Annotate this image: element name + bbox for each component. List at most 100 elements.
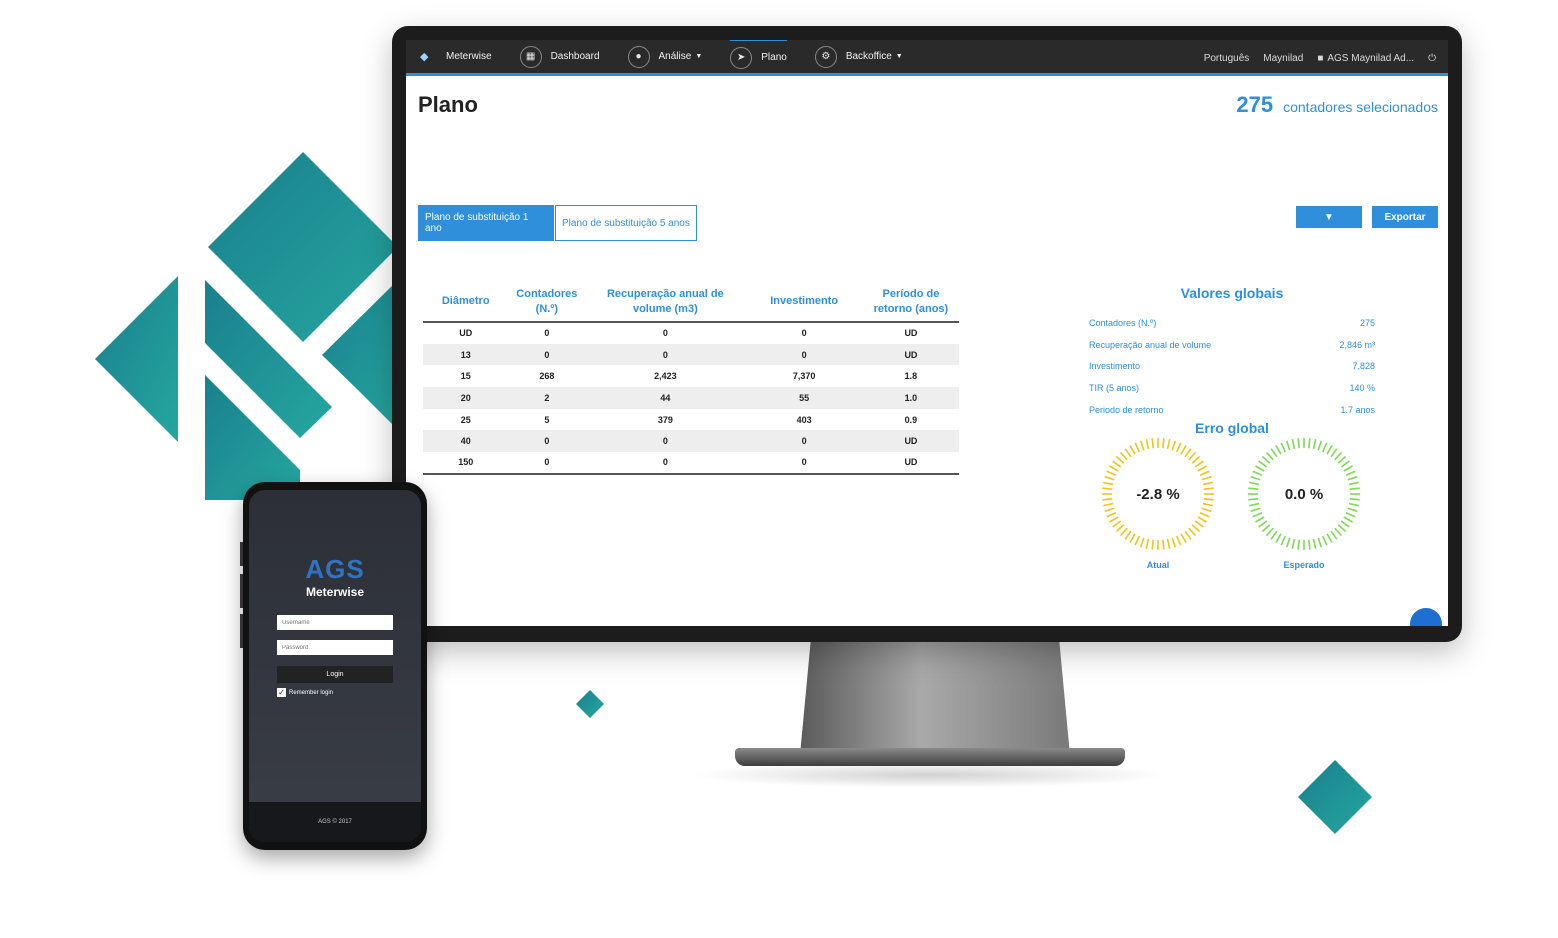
table-cell: 25 [460,414,471,425]
global-value-value: 275 [1359,317,1375,328]
table-cell: 268 [539,371,555,382]
gauge-esperado-value: 0.0 % [1284,485,1324,503]
table-cell: 40 [423,430,509,453]
gauge-esperado: 0.0 % [1246,436,1362,552]
phone: AGS Meterwise Login ✓ Remember login AGS… [240,482,427,850]
tab-plan-5-years[interactable]: Plano de substituição 5 anos [555,205,697,241]
table-cell: UD [862,343,959,366]
global-value-value: 1.7 anos [1340,404,1375,415]
user-name: AGS Maynilad Ad... [1327,52,1415,64]
nav-backoffice[interactable]: ⚙ Backoffice ▼ [814,40,903,75]
table-cell: 1.8 [904,371,918,382]
table-cell: 403 [796,414,812,425]
global-value-label: Recuperação anual de volume [1089,339,1212,350]
global-value-value: 140 % [1349,382,1375,393]
navigation-icon: ➤ [730,46,753,69]
table-row: 40 0 0 0 UD [423,430,959,453]
col-recuperacao[interactable]: Recuperação anual de volume (m3) [585,282,746,323]
phone-app-name: Meterwise [305,585,365,599]
language-selector[interactable]: Português [1204,53,1250,64]
drop-icon: ● [627,45,650,68]
global-value-row: TIR (5 anos) 140 % [1089,377,1375,399]
table-cell: 0 [745,452,863,475]
table-cell: 0 [585,343,746,366]
login-button[interactable]: Login [277,666,393,683]
selected-count: 275 [1236,92,1274,117]
caret-down-icon: ▼ [695,53,703,60]
gauge-esperado-label: Esperado [1283,560,1325,570]
nav-plano-label: Plano [761,52,787,63]
grid-icon: ▦ [519,45,542,68]
remember-login[interactable]: ✓ Remember login [277,688,333,697]
table-cell: 5 [544,414,550,425]
table-row: 150 0 0 0 UD [423,452,959,475]
gauge-atual-label: Atual [1146,560,1170,570]
table-header-row: Diâmetro Contadores (N.º) Recuperação an… [423,282,959,323]
nav-brand[interactable]: ◆ Meterwise [420,40,492,75]
col-contadores[interactable]: Contadores (N.º) [508,282,586,323]
plan-table: Diâmetro Contadores (N.º) Recuperação an… [423,282,959,475]
deco-diamond-small [576,690,604,718]
global-value-label: TIR (5 anos) [1089,382,1140,393]
checkbox-checked-icon[interactable]: ✓ [277,688,286,697]
table-row: 20 2 44 55 1.0 [423,387,959,409]
selected-counter: 275 contadores selecionados [1236,92,1438,118]
phone-button [240,574,243,608]
table-cell: 13 [423,343,509,366]
table-cell: 2,423 [654,371,677,382]
table-cell: 0.9 [904,414,918,425]
global-value-label: Investimento [1089,361,1141,372]
table-cell: 0 [585,430,746,453]
options-dropdown-button[interactable]: ▼ [1296,206,1362,228]
table-cell: 1.0 [862,387,959,409]
global-value-row: Contadores (N.º) 275 [1089,312,1375,334]
table-cell: 0 [508,452,586,475]
caret-down-icon: ▼ [895,53,903,60]
table-row: 13 0 0 0 UD [423,343,959,366]
table-cell: 0 [585,452,746,475]
global-value-row: Investimento 7,828 [1089,355,1375,377]
col-investimento[interactable]: Investimento [745,282,863,323]
table-cell: 55 [745,387,863,409]
table-cell: 0 [508,343,586,366]
nav-right-group: Português Maynilad ■ AGS Maynilad Ad... … [1204,40,1436,76]
monitor-stand-neck [800,640,1070,755]
global-value-label: Periodo de retorno [1089,404,1164,415]
password-input[interactable] [277,640,393,655]
global-value-row: Recuperação anual de volume 2,846 m³ [1089,334,1375,356]
deco-triangle-left [95,276,178,442]
user-icon: ■ [1317,52,1324,64]
table-cell: 20 [423,387,509,409]
nav-dashboard[interactable]: ▦ Dashboard [519,40,600,75]
global-value-row: Periodo de retorno 1.7 anos [1089,399,1375,421]
monitor-stand-base [735,748,1125,766]
power-icon[interactable]: ⏻ [1428,53,1436,64]
phone-button [240,542,243,566]
username-input[interactable] [277,615,393,630]
gauge-atual: -2.8 % [1100,436,1216,552]
table-cell: UD [862,430,959,453]
gauge-atual-value: -2.8 % [1136,485,1180,503]
table-cell: 0 [745,343,863,366]
table-cell: UD [904,328,918,339]
org-selector[interactable]: Maynilad [1263,53,1303,64]
tab-plan-1-year[interactable]: Plano de substituição 1 ano [418,205,554,241]
table-cell: 150 [423,452,509,475]
caret-down-icon: ▼ [1324,211,1334,223]
table-cell: 7,370 [792,371,816,382]
export-button[interactable]: Exportar [1372,206,1438,228]
table-cell: 0 [544,328,550,339]
col-periodo[interactable]: Período de retorno (anos) [862,282,959,323]
nav-plano[interactable]: ➤ Plano [730,40,787,75]
user-menu[interactable]: ■ AGS Maynilad Ad... [1317,53,1414,64]
gears-icon: ⚙ [814,45,837,68]
deco-diamond-right [1298,760,1372,834]
nav-analise[interactable]: ● Análise ▼ [627,40,703,75]
ags-logo: AGS [305,554,365,584]
help-button[interactable] [1410,608,1442,626]
phone-button [240,614,243,648]
table-cell: 0 [745,430,863,453]
table-cell: 379 [657,414,673,425]
table-cell: 15 [460,371,471,382]
col-diametro[interactable]: Diâmetro [423,282,509,323]
